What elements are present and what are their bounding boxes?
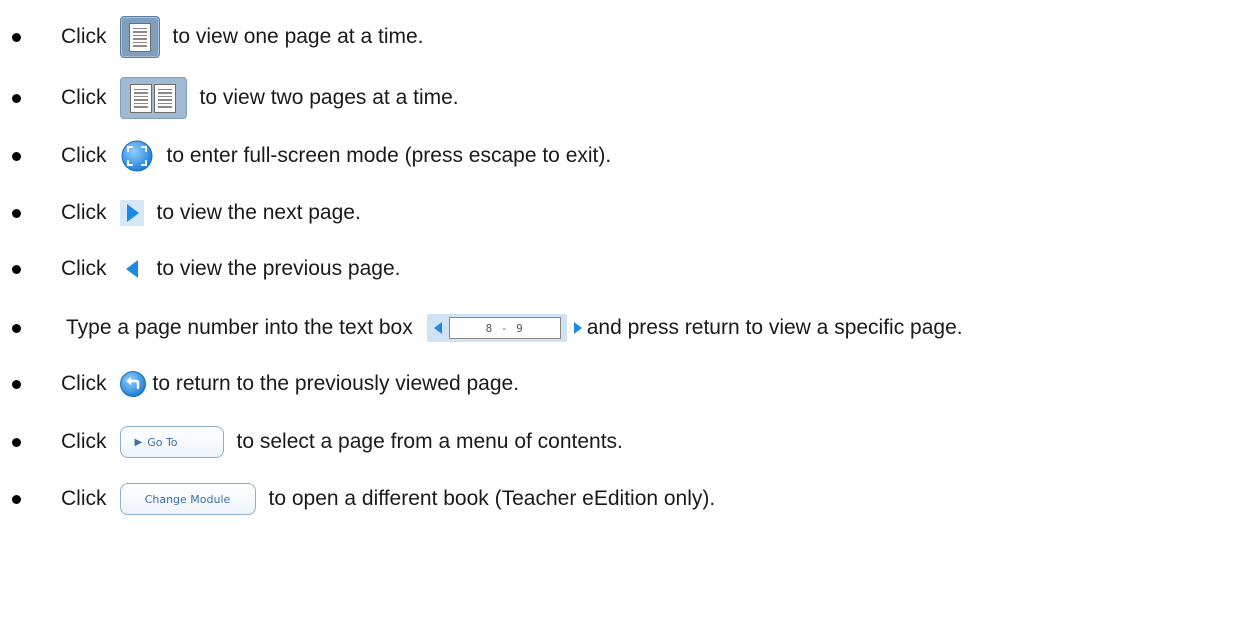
bullet xyxy=(12,494,21,504)
return-icon[interactable] xyxy=(119,370,147,398)
next-arrow-icon[interactable] xyxy=(573,321,583,335)
item-lead-text: Click xyxy=(61,257,107,280)
two-page-view-icon[interactable] xyxy=(119,77,187,119)
instruction-list: Click to view one page at a time. Click … xyxy=(0,0,1239,621)
page-number-input[interactable]: 8 - 9 xyxy=(448,317,561,339)
item-rest-text: to view the next page. xyxy=(156,201,361,224)
previous-page-arrow-icon[interactable] xyxy=(120,256,144,282)
list-item: Type a page number into the text box 8 -… xyxy=(0,303,1239,353)
list-item: Click ▶ Go To to select a page from a me… xyxy=(0,417,1239,467)
item-lead-text: Click xyxy=(61,487,107,510)
item-rest-text: to view two pages at a time. xyxy=(199,86,459,109)
list-item: Click to view the previous page. xyxy=(0,244,1239,294)
change-module-button[interactable]: Change Module xyxy=(119,483,256,515)
item-lead-text: Click xyxy=(61,144,107,167)
item-rest-text: to enter full-screen mode (press escape … xyxy=(166,144,612,167)
play-triangle-icon: ▶ xyxy=(134,436,143,448)
list-item: Click to view two pages at a time. xyxy=(0,73,1239,123)
bullet xyxy=(12,32,21,42)
item-lead-text: Click xyxy=(61,201,107,224)
goto-button-label: Go To xyxy=(147,435,178,449)
bullet xyxy=(12,208,21,218)
bullet xyxy=(12,151,21,161)
item-lead-text: Click xyxy=(61,430,107,453)
list-item: Click to view one page at a time. xyxy=(0,12,1239,62)
list-item: Click Change Module to open a different … xyxy=(0,474,1239,524)
item-lead-text: Click xyxy=(61,86,107,109)
item-rest-text: to view the previous page. xyxy=(156,257,401,280)
item-lead-text: Click xyxy=(61,372,107,395)
fullscreen-icon[interactable] xyxy=(120,139,154,173)
bullet xyxy=(12,264,21,274)
bullet xyxy=(12,93,21,103)
bullet xyxy=(12,379,21,389)
list-item: Click to enter full-screen mode (press e… xyxy=(0,131,1239,181)
previous-arrow-icon[interactable] xyxy=(433,321,443,335)
page-number-navigator: 8 - 9 xyxy=(426,314,567,342)
item-lead-text: Click xyxy=(61,25,107,48)
single-page-view-icon[interactable] xyxy=(119,16,160,58)
item-rest-text: to open a different book (Teacher eEditi… xyxy=(268,487,716,510)
list-item: Click to view the next page. xyxy=(0,188,1239,238)
item-rest-text: to select a page from a menu of contents… xyxy=(236,430,623,453)
next-page-arrow-icon[interactable] xyxy=(119,200,144,226)
list-item: Click to return to the previously viewed… xyxy=(0,359,1239,409)
item-rest-text: to return to the previously viewed page. xyxy=(152,372,520,395)
item-rest-text: to view one page at a time. xyxy=(172,25,424,48)
goto-button[interactable]: ▶ Go To xyxy=(119,426,224,458)
item-lead-text: Type a page number into the text box xyxy=(66,316,413,339)
bullet xyxy=(12,323,21,333)
bullet xyxy=(12,437,21,447)
item-rest-text: and press return to view a specific page… xyxy=(586,316,963,339)
